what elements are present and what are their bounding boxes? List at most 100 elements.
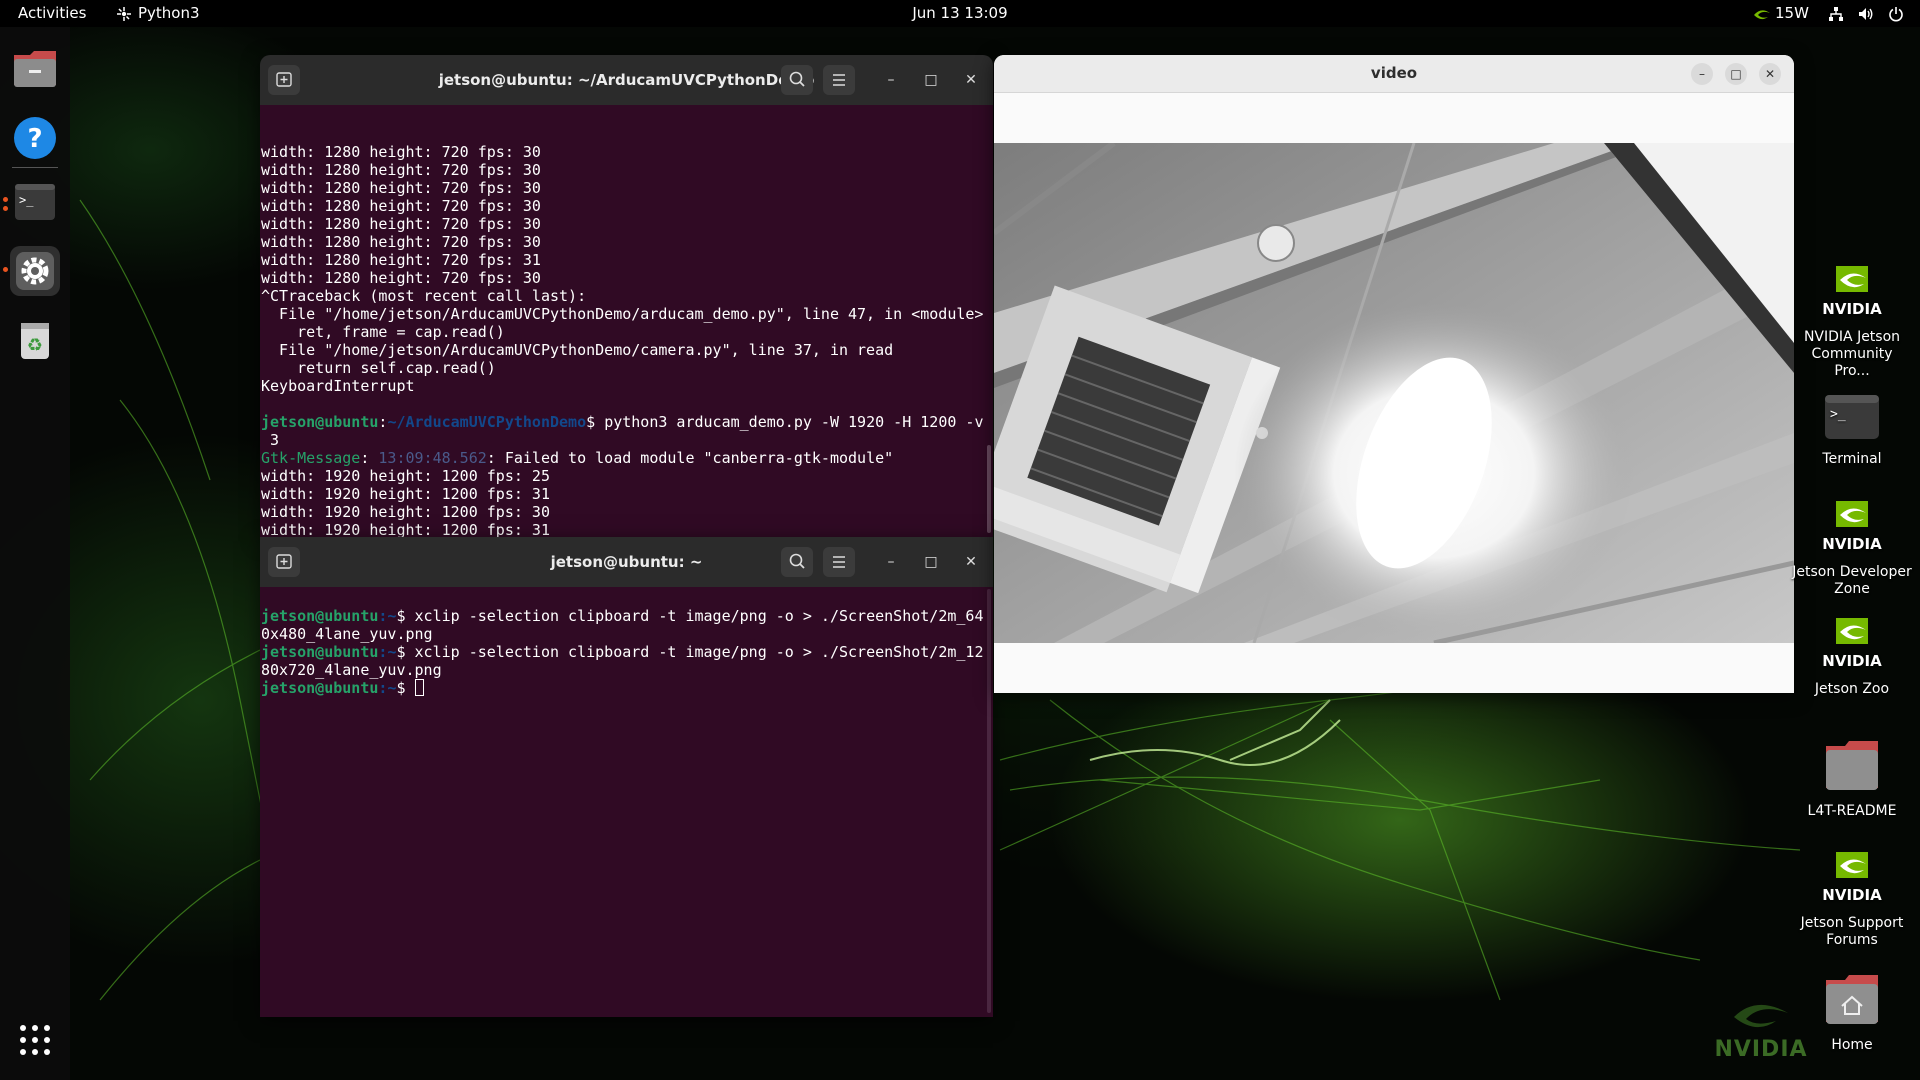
trash-icon: ♻	[21, 323, 49, 359]
menu-button[interactable]	[823, 65, 855, 95]
desktop-icon-l4t-readme[interactable]: L4T-README	[1792, 738, 1912, 820]
close-button[interactable]: ✕	[1759, 63, 1781, 85]
terminal-line: width: 1280 height: 720 fps: 30	[261, 179, 541, 197]
prompt-user: jetson@ubuntu	[261, 413, 379, 431]
terminal-icon: >_	[15, 184, 55, 220]
command-text: python3 arducam_demo.py -W 1920 -H 1200 …	[604, 413, 984, 431]
search-button[interactable]	[781, 65, 813, 95]
desktop-icon-terminal[interactable]: >_ Terminal	[1792, 392, 1912, 468]
settings-icon	[16, 252, 54, 290]
app-menu[interactable]: Python3	[116, 0, 200, 27]
desktop-icon-label: Terminal	[1822, 451, 1882, 467]
hamburger-menu-icon	[833, 74, 845, 86]
svg-text:>_: >_	[1830, 407, 1846, 422]
dock-terminal[interactable]: >_	[10, 177, 60, 227]
terminal-line: KeyboardInterrupt	[261, 377, 415, 395]
terminal-line: width: 1280 height: 720 fps: 30	[261, 215, 541, 233]
power-mode-indicator[interactable]: 15W	[1753, 0, 1809, 27]
desktop-icon-nvidia-jetson-community[interactable]: NVIDIA NVIDIA Jetson Community Pro...	[1792, 262, 1912, 380]
prompt-user: jetson@ubuntu	[261, 607, 379, 625]
terminal-line: File "/home/jetson/ArducamUVCPythonDemo/…	[261, 305, 984, 323]
hamburger-menu-icon	[833, 556, 845, 568]
menu-button[interactable]	[823, 547, 855, 577]
terminal-line: File "/home/jetson/ArducamUVCPythonDemo/…	[261, 341, 894, 359]
command-text: xclip -selection clipboard -t image/png …	[414, 607, 984, 625]
svg-text:♻: ♻	[27, 335, 43, 356]
close-icon: ✕	[965, 72, 977, 88]
terminal-line: width: 1920 height: 1200 fps: 25	[261, 467, 550, 485]
search-button[interactable]	[781, 547, 813, 577]
desktop-icon-label: Jetson Zoo	[1814, 681, 1890, 697]
terminal-bottom-scrollbar[interactable]	[987, 589, 991, 1013]
dock-trash[interactable]: ♻	[10, 315, 60, 365]
activities-button[interactable]: Activities	[18, 0, 86, 27]
terminal-top-output[interactable]: width: 1280 height: 720 fps: 30 width: 12…	[260, 105, 993, 537]
home-folder-icon	[1826, 975, 1878, 1024]
system-tray[interactable]	[1828, 0, 1904, 27]
minimize-button[interactable]: –	[1691, 63, 1713, 85]
gtk-message-label: Gtk-Message	[261, 449, 361, 467]
desktop-icon-label: NVIDIA Jetson Community Pro...	[1803, 329, 1901, 379]
prompt-user: jetson@ubuntu	[261, 643, 379, 661]
nvidia-wordmark: NVIDIA	[1822, 652, 1882, 670]
video-window-header[interactable]: video – □ ✕	[994, 55, 1794, 93]
minimize-button[interactable]: –	[879, 550, 903, 574]
maximize-button[interactable]: □	[1725, 63, 1747, 85]
gtk-timestamp: 13:09:48.562	[378, 449, 487, 467]
close-button[interactable]: ✕	[959, 68, 983, 92]
clock[interactable]: Jun 13 13:09	[912, 4, 1007, 22]
desktop-icon-jetson-zoo[interactable]: NVIDIA Jetson Zoo	[1792, 614, 1912, 698]
dock-settings[interactable]	[10, 246, 60, 296]
maximize-button[interactable]: □	[919, 68, 943, 92]
terminal-top-scrollbar[interactable]	[987, 445, 991, 533]
camera-video-frame	[994, 143, 1794, 643]
terminal-line: ^CTraceback (most recent call last):	[261, 287, 587, 305]
running-indicator	[3, 197, 8, 202]
svg-text:?: ?	[27, 124, 42, 154]
terminal-line: Gtk-Message: 13:09:48.562: Failed to loa…	[261, 449, 991, 467]
folder-icon	[1826, 741, 1878, 790]
cursor	[414, 679, 424, 696]
prompt-path: :~	[378, 679, 397, 697]
minimize-button[interactable]: –	[879, 68, 903, 92]
gtk-colon: :	[360, 449, 379, 467]
desktop-icon-home[interactable]: Home	[1792, 972, 1912, 1054]
video-window[interactable]: video – □ ✕	[994, 55, 1794, 693]
terminal-window-top[interactable]: jetson@ubuntu: ~/ArducamUVCPythonDemo – …	[260, 55, 993, 537]
prompt-path: ~/ArducamUVCPythonDemo	[387, 413, 587, 431]
terminal-line: 3	[261, 431, 280, 449]
nvidia-wordmark: NVIDIA	[1822, 535, 1882, 553]
prompt-dollar: $	[396, 607, 415, 625]
desktop-icon-label: Jetson Support Forums	[1800, 915, 1904, 948]
terminal-line: jetson@ubuntu:~$ xclip -selection clipbo…	[261, 607, 991, 625]
terminal-top-header[interactable]: jetson@ubuntu: ~/ArducamUVCPythonDemo – …	[260, 55, 993, 105]
terminal-line: 0x480_4lane_yuv.png	[261, 625, 433, 643]
terminal-line: 80x720_4lane_yuv.png	[261, 661, 442, 679]
terminal-line: jetson@ubuntu:~$ xclip -selection clipbo…	[261, 643, 991, 661]
terminal-line: width: 1280 height: 720 fps: 30	[261, 143, 541, 161]
network-icon	[1829, 6, 1843, 21]
dock-help[interactable]: ?	[10, 113, 60, 163]
desktop-icon-label: Home	[1831, 1037, 1873, 1053]
terminal-bottom-output[interactable]: jetson@ubuntu:~$ xclip -selection clipbo…	[260, 587, 993, 1017]
terminal-bottom-header[interactable]: jetson@ubuntu: ~ – □ ✕	[260, 537, 993, 587]
dock-separator	[12, 167, 58, 168]
show-apps-button[interactable]	[10, 1015, 60, 1065]
desktop-icon-label: L4T-README	[1807, 803, 1897, 819]
desktop-icon-jetson-support-forums[interactable]: NVIDIA Jetson Support Forums	[1792, 848, 1912, 949]
search-icon	[789, 71, 805, 87]
prompt-user: jetson@ubuntu	[261, 679, 379, 697]
nvidia-logo-icon: NVIDIA	[1822, 266, 1882, 318]
maximize-icon: □	[924, 554, 938, 570]
terminal-line: width: 1280 height: 720 fps: 30	[261, 269, 541, 287]
minimize-icon: –	[887, 72, 895, 88]
close-button[interactable]: ✕	[959, 550, 983, 574]
maximize-button[interactable]: □	[919, 550, 943, 574]
nvidia-eye-icon	[1734, 1004, 1788, 1028]
terminal-window-bottom[interactable]: jetson@ubuntu: ~ – □ ✕ jetson@ubuntu:~$ …	[260, 537, 993, 1017]
nvidia-logo-icon: NVIDIA	[1822, 852, 1882, 904]
desktop-icon-jetson-developer-zone[interactable]: NVIDIA Jetson Developer Zone	[1792, 497, 1912, 598]
dock-files[interactable]	[10, 43, 60, 93]
terminal-line: width: 1280 height: 720 fps: 30	[261, 161, 541, 179]
